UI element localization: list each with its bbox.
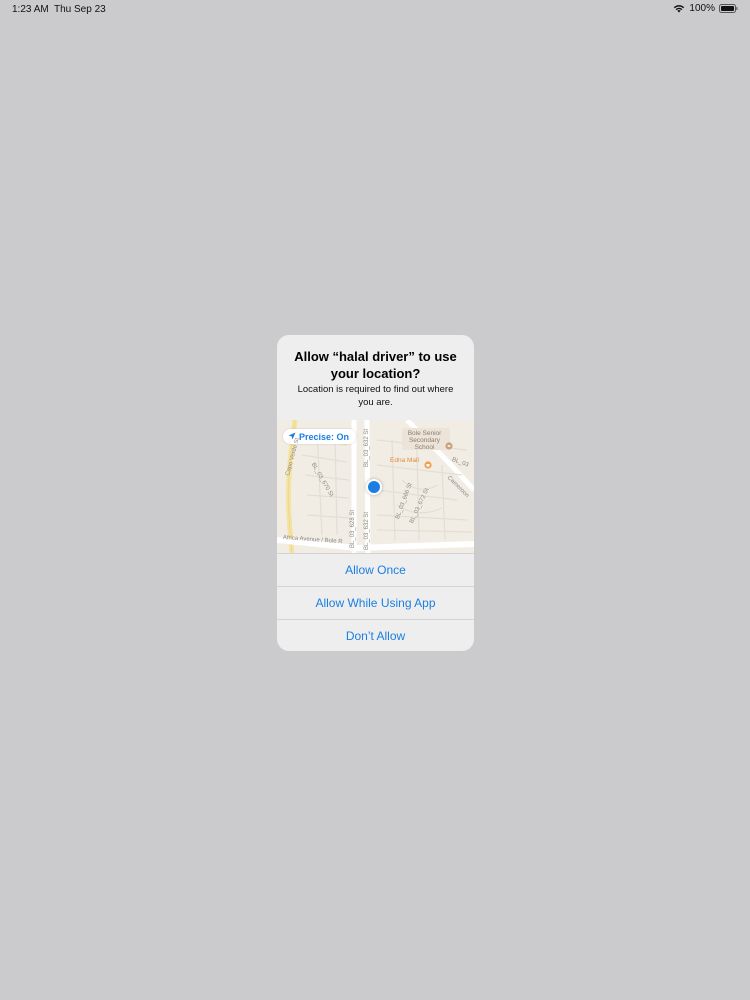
street-label: BL_03_632 St <box>364 428 370 467</box>
status-time: 1:23 AM <box>12 4 49 15</box>
dont-allow-button[interactable]: Don’t Allow <box>277 619 474 651</box>
battery-icon <box>719 4 738 13</box>
mall-pin-icon <box>424 456 432 474</box>
precise-label: Precise: On <box>299 431 350 442</box>
allow-once-button[interactable]: Allow Once <box>277 553 474 586</box>
street-label: BL_03_632 St <box>364 511 370 550</box>
allow-while-using-app-button[interactable]: Allow While Using App <box>277 586 474 619</box>
current-location-dot <box>366 479 382 495</box>
poi-school-label: Bole Senior Secondary School <box>407 430 442 451</box>
alert-buttons: Allow Once Allow While Using App Don’t A… <box>277 553 474 651</box>
street-label: BL_03_628 St <box>350 509 356 548</box>
alert-title: Allow “halal driver” to use your locatio… <box>294 349 457 381</box>
alert-message: Location is required to find out where y… <box>297 384 454 408</box>
location-permission-alert: Allow “halal driver” to use your locatio… <box>277 335 474 651</box>
school-pin-icon <box>445 437 453 455</box>
screen: 1:23 AM Thu Sep 23 100% Allow “halal dri… <box>0 0 750 1000</box>
status-bar: 1:23 AM Thu Sep 23 100% <box>0 0 750 18</box>
poi-mall-label: Edna Mall <box>390 457 419 464</box>
battery-percent: 100% <box>689 3 715 14</box>
status-date: Thu Sep 23 <box>54 4 106 15</box>
location-map: Precise: On Capo Verde St BL_03_632 St B… <box>277 420 474 553</box>
wifi-icon <box>673 4 685 13</box>
status-right: 100% <box>673 3 738 14</box>
